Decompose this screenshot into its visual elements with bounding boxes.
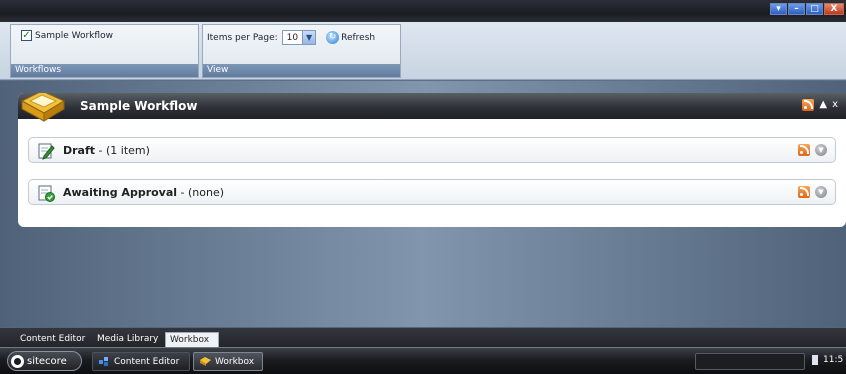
refresh-label: Refresh — [341, 32, 376, 43]
refresh-button[interactable]: ↻ Refresh — [326, 31, 375, 44]
close-window-button[interactable]: X — [824, 3, 844, 15]
draft-state-tools: ▼ — [798, 144, 827, 156]
sample-workflow-checkbox-label[interactable]: Sample Workflow — [35, 31, 113, 41]
inbox-tray-icon — [20, 93, 66, 122]
view-group: Items per Page: 10 ▼ ↻ Refresh View — [202, 24, 401, 78]
items-per-page-label: Items per Page: — [207, 32, 278, 43]
rss-feed-icon[interactable] — [798, 144, 810, 156]
state-name: Awaiting Approval — [63, 186, 178, 199]
view-group-caption: View — [203, 64, 400, 77]
workflow-state-draft[interactable]: Draft - (1 item) ▼ — [28, 137, 836, 163]
tab-workbox[interactable]: Workbox — [165, 332, 219, 347]
taskbar-button-label: Workbox — [215, 356, 255, 367]
workflow-panel-title: Sample Workflow — [80, 99, 198, 113]
window-menu-button[interactable]: ▾ — [770, 3, 787, 15]
workflow-panel: Sample Workflow ▲ x Draft - (1 item) ▼ A… — [18, 93, 846, 227]
ribbon: ✓ Sample Workflow Workflows Items per Pa… — [0, 22, 846, 80]
approval-document-icon — [38, 185, 55, 202]
sitecore-logo-icon — [11, 354, 24, 368]
awaiting-approval-state-text: Awaiting Approval - (none) — [63, 186, 224, 199]
workflows-group-caption: Workflows — [11, 64, 198, 77]
rss-feed-icon[interactable] — [802, 99, 815, 111]
maximize-button[interactable]: □ — [806, 3, 823, 15]
clock-area: 11:5 — [812, 355, 843, 365]
workflow-panel-header: Sample Workflow ▲ x — [18, 93, 846, 122]
chevron-down-icon[interactable]: ▼ — [302, 31, 316, 44]
workflow-state-awaiting-approval[interactable]: Awaiting Approval - (none) ▼ — [28, 179, 836, 205]
workflow-panel-tools: ▲ x — [802, 99, 838, 111]
view-controls: Items per Page: 10 ▼ ↻ Refresh — [207, 30, 375, 45]
items-per-page-select[interactable]: 10 ▼ — [281, 30, 317, 45]
sample-workflow-option[interactable]: ✓ Sample Workflow — [21, 30, 113, 41]
expand-icon[interactable]: ▼ — [815, 144, 827, 156]
start-label: sitecore — [27, 355, 67, 367]
rss-feed-icon[interactable] — [798, 186, 810, 198]
close-panel-icon[interactable]: x — [832, 99, 838, 111]
start-button[interactable]: sitecore — [7, 351, 82, 371]
taskbar-workbox-button[interactable]: Workbox — [193, 352, 263, 371]
collapse-icon[interactable]: ▲ — [819, 99, 827, 111]
taskbar-button-label: Content Editor — [114, 356, 180, 367]
clock-text: 11:5 — [823, 355, 844, 365]
awaiting-approval-state-tools: ▼ — [798, 186, 827, 198]
taskbar-content-editor-button[interactable]: Content Editor — [92, 352, 190, 371]
application-tabs: Content Editor Media Library Workbox — [0, 327, 846, 347]
items-per-page-value: 10 — [286, 32, 299, 43]
sample-workflow-checkbox[interactable]: ✓ — [21, 30, 32, 41]
content-editor-icon — [99, 357, 108, 366]
edit-document-icon — [38, 143, 55, 160]
minimize-button[interactable]: – — [788, 3, 805, 15]
state-count: - (none) — [177, 186, 225, 199]
window-titlebar: ▾ – □ X — [0, 0, 846, 22]
workflows-group: ✓ Sample Workflow Workflows — [10, 24, 199, 78]
workbox-area: Sample Workflow ▲ x Draft - (1 item) ▼ A… — [0, 81, 846, 327]
state-count: - (1 item) — [95, 144, 150, 157]
expand-icon[interactable]: ▼ — [815, 186, 827, 198]
draft-state-text: Draft - (1 item) — [63, 144, 150, 157]
system-tray-box — [695, 353, 805, 370]
tab-content-editor[interactable]: Content Editor — [16, 332, 89, 347]
tab-media-library[interactable]: Media Library — [93, 332, 162, 347]
state-name: Draft — [63, 144, 96, 157]
workbox-tray-icon — [200, 357, 211, 366]
document-icon — [812, 355, 818, 365]
refresh-icon: ↻ — [326, 31, 340, 44]
window-controls: ▾ – □ X — [770, 3, 844, 15]
taskbar: sitecore Content Editor Workbox 11:5 — [0, 347, 846, 374]
